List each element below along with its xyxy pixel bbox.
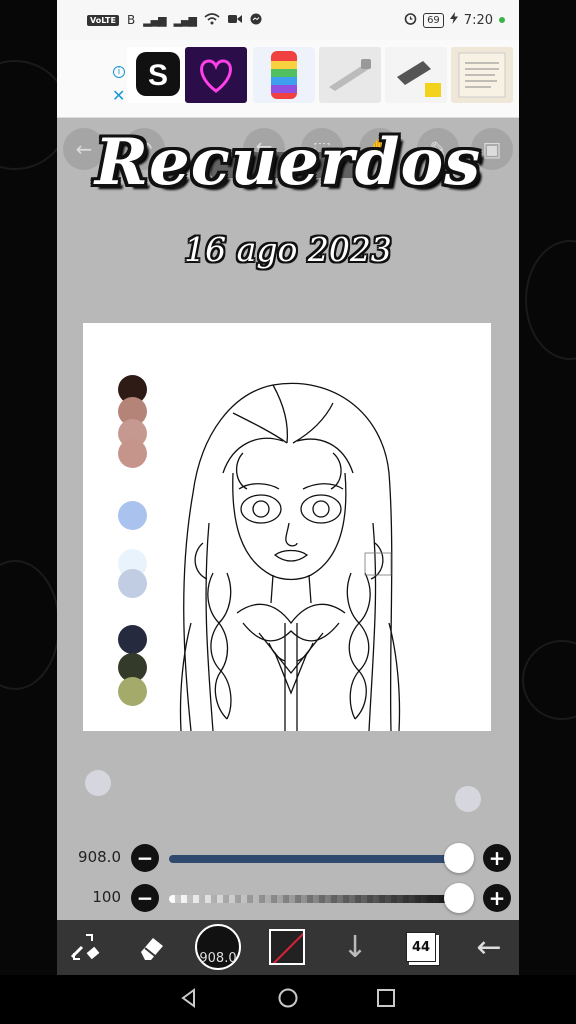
overlay-title: Recuerdos xyxy=(94,125,482,200)
overlay-date: 16 ago 2023 xyxy=(184,230,392,269)
drawing-canvas[interactable] xyxy=(83,323,491,731)
svg-text:S: S xyxy=(148,59,168,92)
nav-home-icon[interactable] xyxy=(277,987,299,1015)
info-icon[interactable]: i xyxy=(113,66,125,78)
no-color-slash xyxy=(271,931,303,963)
back-arrow-icon[interactable]: ← xyxy=(469,924,509,970)
opacity-slider: 100 − + xyxy=(57,878,519,918)
brush-size-thumb[interactable] xyxy=(444,843,474,873)
signal-icon: ▂▄▆ xyxy=(173,13,197,27)
floating-dot[interactable] xyxy=(85,770,111,796)
network-badge: VoLTE xyxy=(87,14,119,26)
eraser-icon[interactable] xyxy=(131,924,173,970)
color-swatch[interactable] xyxy=(118,439,147,468)
wifi-icon xyxy=(204,12,220,28)
ad-thumb-shein[interactable]: S xyxy=(127,47,189,103)
ad-thumb-drink[interactable] xyxy=(253,47,315,103)
layers-button[interactable]: 44 xyxy=(406,932,436,962)
color-swatch[interactable] xyxy=(118,625,147,654)
signal-icon: ▂▄▆ xyxy=(143,13,166,27)
ad-thumb-gadget[interactable] xyxy=(385,47,447,103)
floating-dot[interactable] xyxy=(455,786,481,812)
opacity-thumb[interactable] xyxy=(444,883,474,913)
video-call-icon xyxy=(227,13,242,27)
opacity-track[interactable] xyxy=(169,895,459,903)
clock: 7:20 xyxy=(463,12,493,28)
nav-back-icon[interactable] xyxy=(178,987,200,1015)
sim-label: B xyxy=(126,13,136,27)
current-color-button[interactable] xyxy=(269,929,305,965)
color-swatch[interactable] xyxy=(118,501,147,530)
brush-size-minus-button[interactable]: − xyxy=(131,844,159,872)
brush-size-value: 908.0 xyxy=(78,848,121,866)
ad-thumb-tool[interactable] xyxy=(319,47,381,103)
nav-recents-icon[interactable] xyxy=(375,987,397,1015)
system-nav-bar xyxy=(0,975,576,1024)
color-swatch[interactable] xyxy=(118,569,147,598)
brush-size-indicator[interactable]: 908.0 xyxy=(195,924,241,970)
ad-banner[interactable]: i ✕ S xyxy=(57,40,519,118)
brush-size-plus-button[interactable]: + xyxy=(483,844,511,872)
color-swatch[interactable] xyxy=(118,677,147,706)
swap-tool-icon[interactable] xyxy=(65,924,107,970)
battery-indicator: 69 xyxy=(423,12,444,28)
messenger-icon xyxy=(250,13,262,28)
brush-size-slider: 908.0 − + xyxy=(57,838,519,878)
ad-thumb-card[interactable] xyxy=(451,47,513,103)
screen: VoLTE B ▂▄▆ ▂▄▆ 69 7:20 i ✕ S ← ↶ ⇆ ⬚ ✋ … xyxy=(0,0,576,1024)
app-screen: VoLTE B ▂▄▆ ▂▄▆ 69 7:20 i ✕ S ← ↶ ⇆ ⬚ ✋ … xyxy=(57,0,519,975)
opacity-minus-button[interactable]: − xyxy=(131,884,159,912)
notification-dot xyxy=(499,17,505,23)
opacity-value: 100 xyxy=(92,888,121,906)
close-icon[interactable]: ✕ xyxy=(112,86,125,105)
bottom-toolbar: 908.0 ↓ 44 ← xyxy=(57,920,519,975)
ad-thumb-neon-heart[interactable] xyxy=(185,47,247,103)
alarm-icon xyxy=(404,12,417,29)
status-bar: VoLTE B ▂▄▆ ▂▄▆ 69 7:20 xyxy=(57,0,519,40)
background-doodle xyxy=(522,640,576,720)
background-doodle xyxy=(525,240,576,360)
background-doodle xyxy=(0,560,60,690)
charging-icon xyxy=(449,12,458,28)
down-arrow-icon[interactable]: ↓ xyxy=(337,924,373,970)
brush-size-track[interactable] xyxy=(169,855,459,863)
opacity-plus-button[interactable]: + xyxy=(483,884,511,912)
